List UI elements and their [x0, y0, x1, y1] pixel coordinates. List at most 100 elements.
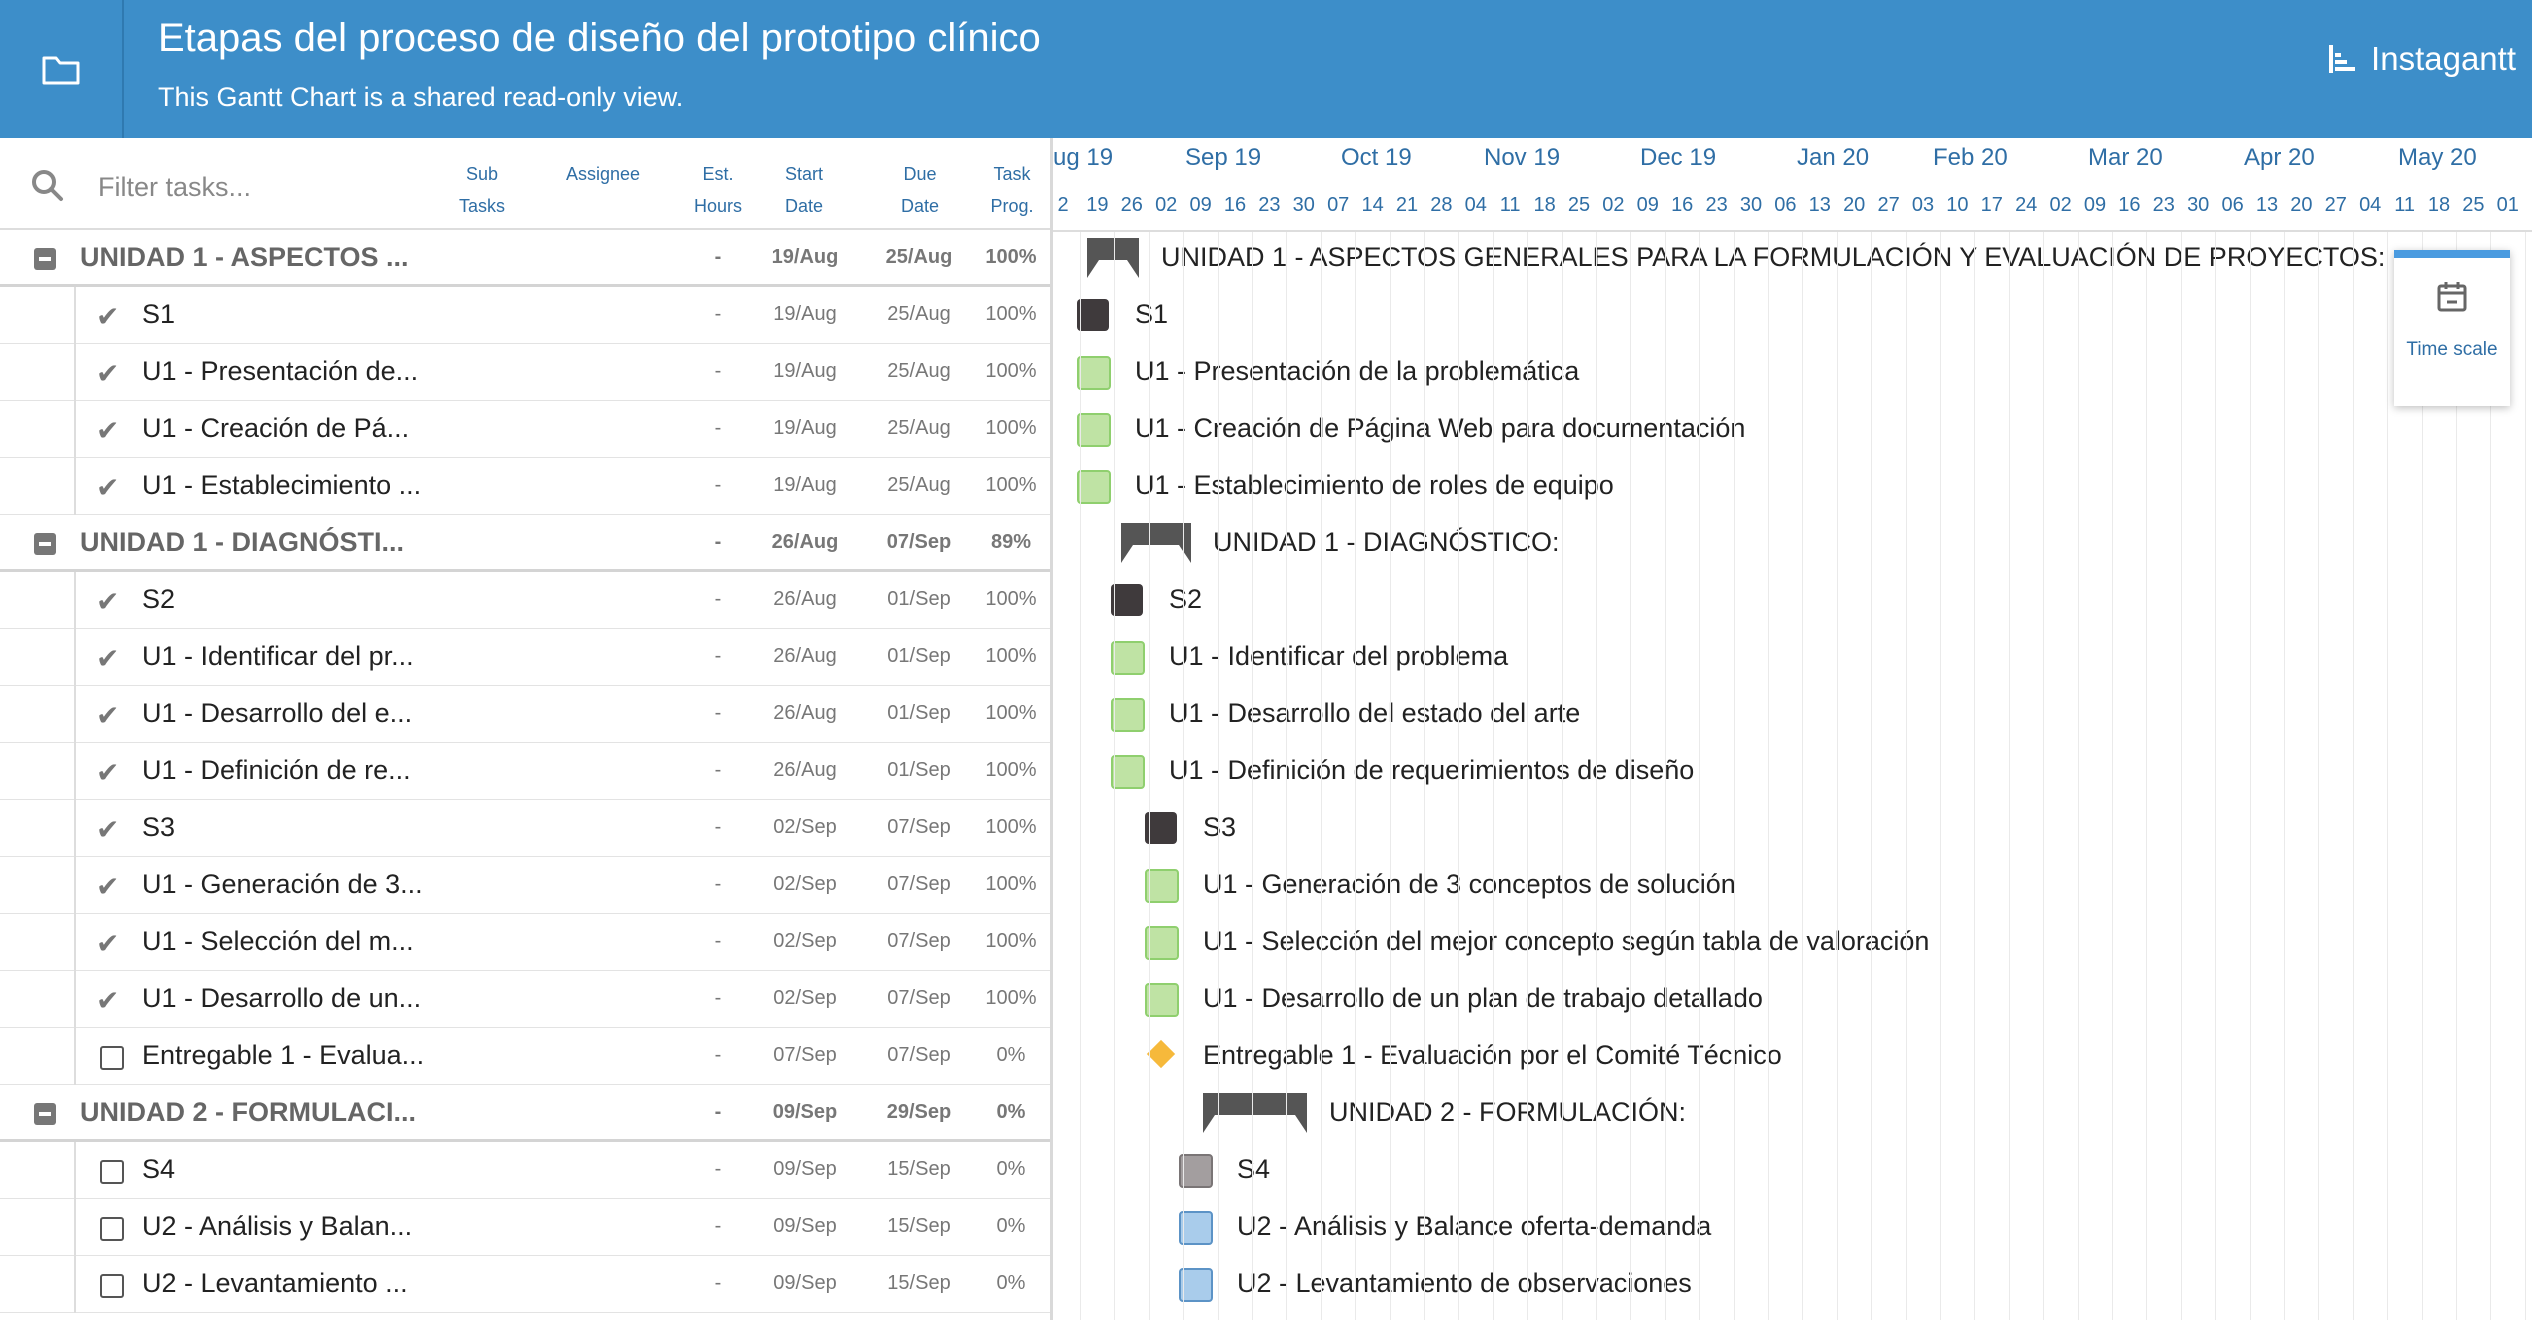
task-row[interactable]: ✔ S2 - 26/Aug 01/Sep 100% — [0, 572, 1052, 629]
completed-check-icon[interactable]: ✔ — [96, 357, 119, 390]
gantt-item[interactable]: UNIDAD 2 - FORMULACIÓN: — [1053, 1085, 2532, 1142]
task-row[interactable]: U2 - Análisis y Balan... - 09/Sep 15/Sep 0% — [0, 1199, 1052, 1256]
task-bar[interactable] — [1145, 926, 1179, 960]
folder-button[interactable] — [0, 0, 124, 138]
gantt-item[interactable]: UNIDAD 1 - ASPECTOS GENERALES PARA LA FO… — [1053, 230, 2532, 287]
task-row[interactable]: ✔ U1 - Identificar del pr... - 26/Aug 01/Sep… — [0, 629, 1052, 686]
summary-bar[interactable] — [1087, 238, 1139, 280]
task-row[interactable]: ✔ U1 - Selección del m... - 02/Sep 07/Sep 100… — [0, 914, 1052, 971]
gantt-item[interactable]: U1 - Desarrollo del estado del arte — [1053, 686, 2532, 743]
task-name[interactable]: UNIDAD 1 - ASPECTOS ... — [80, 242, 409, 273]
section-bar[interactable] — [1111, 584, 1143, 616]
task-row[interactable]: U2 - Levantamiento ... - 09/Sep 15/Sep 0% — [0, 1256, 1052, 1313]
task-row[interactable]: ✔ U1 - Presentación de... - 19/Aug 25/Aug 100… — [0, 344, 1052, 401]
task-name[interactable]: S3 — [142, 812, 175, 843]
task-bar[interactable] — [1077, 356, 1111, 390]
gantt-item[interactable]: U2 - Levantamiento de observaciones — [1053, 1256, 2532, 1313]
group-row[interactable]: UNIDAD 2 - FORMULACI... - 09/Sep 29/Sep 0% — [0, 1085, 1052, 1142]
gantt-item[interactable]: U1 - Desarrollo de un plan de trabajo de… — [1053, 971, 2532, 1028]
task-row[interactable]: S4 - 09/Sep 15/Sep 0% — [0, 1142, 1052, 1199]
task-checkbox[interactable] — [100, 1217, 124, 1241]
task-bar[interactable] — [1145, 983, 1179, 1017]
completed-check-icon[interactable]: ✔ — [96, 984, 119, 1017]
task-checkbox[interactable] — [100, 1274, 124, 1298]
task-name[interactable]: U1 - Selección del m... — [142, 926, 414, 957]
col-header-est-hours[interactable]: Est. Hours — [690, 158, 746, 222]
gantt-item[interactable]: S4 — [1053, 1142, 2532, 1199]
task-row[interactable]: ✔ S1 - 19/Aug 25/Aug 100% — [0, 287, 1052, 344]
task-name[interactable]: S4 — [142, 1154, 175, 1185]
task-name[interactable]: S2 — [142, 584, 175, 615]
filter-tasks-input[interactable] — [96, 166, 430, 208]
collapse-toggle-icon[interactable] — [34, 533, 56, 555]
task-row[interactable]: ✔ U1 - Establecimiento ... - 19/Aug 25/Aug 10… — [0, 458, 1052, 515]
gantt-item[interactable]: U1 - Generación de 3 conceptos de soluci… — [1053, 857, 2532, 914]
task-row[interactable]: ✔ U1 - Desarrollo de un... - 02/Sep 07/Sep 10… — [0, 971, 1052, 1028]
gantt-item[interactable]: U1 - Definición de requerimientos de dis… — [1053, 743, 2532, 800]
task-name[interactable]: UNIDAD 2 - FORMULACI... — [80, 1097, 416, 1128]
task-bar[interactable] — [1077, 413, 1111, 447]
completed-check-icon[interactable]: ✔ — [96, 927, 119, 960]
collapse-toggle-icon[interactable] — [34, 248, 56, 270]
task-name[interactable]: U1 - Generación de 3... — [142, 869, 423, 900]
completed-check-icon[interactable]: ✔ — [96, 585, 119, 618]
col-header-start-date[interactable]: Start Date — [776, 158, 832, 222]
gantt-item[interactable]: U1 - Creación de Página Web para documen… — [1053, 401, 2532, 458]
task-name[interactable]: U1 - Desarrollo de un... — [142, 983, 421, 1014]
gantt-item[interactable]: U1 - Selección del mejor concepto según … — [1053, 914, 2532, 971]
col-header-sub-tasks[interactable]: Sub Tasks — [452, 158, 512, 222]
completed-check-icon[interactable]: ✔ — [96, 699, 119, 732]
task-row[interactable]: ✔ U1 - Generación de 3... - 02/Sep 07/Sep 100… — [0, 857, 1052, 914]
completed-check-icon[interactable]: ✔ — [96, 870, 119, 903]
completed-check-icon[interactable]: ✔ — [96, 471, 119, 504]
task-name[interactable]: U1 - Establecimiento ... — [142, 470, 421, 501]
gantt-item[interactable]: U1 - Identificar del problema — [1053, 629, 2532, 686]
task-bar[interactable] — [1145, 869, 1179, 903]
completed-check-icon[interactable]: ✔ — [96, 642, 119, 675]
task-bar[interactable] — [1111, 698, 1145, 732]
task-name[interactable]: Entregable 1 - Evalua... — [142, 1040, 424, 1071]
gantt-item[interactable]: Entregable 1 - Evaluación por el Comité … — [1053, 1028, 2532, 1085]
task-row[interactable]: Entregable 1 - Evalua... - 07/Sep 07/Sep 0% — [0, 1028, 1052, 1085]
task-name[interactable]: U1 - Definición de re... — [142, 755, 411, 786]
summary-bar[interactable] — [1121, 523, 1191, 565]
group-row[interactable]: UNIDAD 1 - DIAGNÓSTI... - 26/Aug 07/Sep 89% — [0, 515, 1052, 572]
task-name[interactable]: U1 - Creación de Pá... — [142, 413, 409, 444]
task-name[interactable]: U1 - Desarrollo del e... — [142, 698, 412, 729]
task-name[interactable]: S1 — [142, 299, 175, 330]
gantt-item[interactable]: UNIDAD 1 - DIAGNÓSTICO: — [1053, 515, 2532, 572]
task-name[interactable]: U2 - Análisis y Balan... — [142, 1211, 412, 1242]
col-header-due-date[interactable]: Due Date — [892, 158, 948, 222]
gantt-item[interactable]: S1 — [1053, 287, 2532, 344]
collapse-toggle-icon[interactable] — [34, 1103, 56, 1125]
section-bar[interactable] — [1077, 299, 1109, 331]
task-name[interactable]: UNIDAD 1 - DIAGNÓSTI... — [80, 527, 404, 558]
task-row[interactable]: ✔ U1 - Definición de re... - 26/Aug 01/Sep 10… — [0, 743, 1052, 800]
completed-check-icon[interactable]: ✔ — [96, 813, 119, 846]
col-header-task-prog[interactable]: Task Prog. — [984, 158, 1040, 222]
col-header-assignee[interactable]: Assignee — [548, 158, 658, 190]
task-bar[interactable] — [1111, 641, 1145, 675]
milestone-diamond[interactable] — [1146, 1039, 1176, 1069]
summary-bar[interactable] — [1203, 1093, 1307, 1135]
group-row[interactable]: UNIDAD 1 - ASPECTOS ... - 19/Aug 25/Aug 100% — [0, 230, 1052, 287]
task-checkbox[interactable] — [100, 1046, 124, 1070]
completed-check-icon[interactable]: ✔ — [96, 300, 119, 333]
section-bar[interactable] — [1145, 812, 1177, 844]
gantt-item[interactable]: U2 - Análisis y Balance oferta-demanda — [1053, 1199, 2532, 1256]
brand-link[interactable]: Instagantt — [2327, 40, 2516, 78]
gantt-item[interactable]: S2 — [1053, 572, 2532, 629]
gantt-item[interactable]: U1 - Presentación de la problemática — [1053, 344, 2532, 401]
task-bar[interactable] — [1077, 470, 1111, 504]
completed-check-icon[interactable]: ✔ — [96, 414, 119, 447]
task-checkbox[interactable] — [100, 1160, 124, 1184]
task-row[interactable]: ✔ U1 - Desarrollo del e... - 26/Aug 01/Sep 10… — [0, 686, 1052, 743]
task-bar[interactable] — [1111, 755, 1145, 789]
task-name[interactable]: U2 - Levantamiento ... — [142, 1268, 408, 1299]
task-name[interactable]: U1 - Identificar del pr... — [142, 641, 414, 672]
gantt-item[interactable]: S3 — [1053, 800, 2532, 857]
task-row[interactable]: ✔ S3 - 02/Sep 07/Sep 100% — [0, 800, 1052, 857]
task-row[interactable]: ✔ U1 - Creación de Pá... - 19/Aug 25/Aug 100% — [0, 401, 1052, 458]
completed-check-icon[interactable]: ✔ — [96, 756, 119, 789]
task-name[interactable]: U1 - Presentación de... — [142, 356, 418, 387]
